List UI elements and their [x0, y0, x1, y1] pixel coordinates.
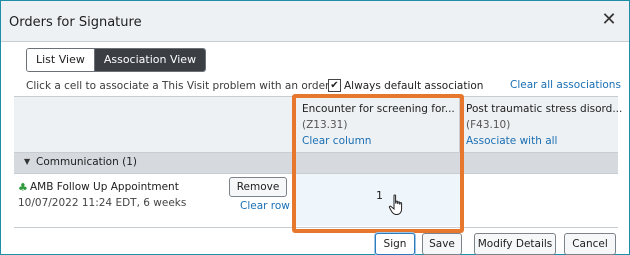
order-row: ♣ AMB Follow Up Appointment 10/07/2022 1…: [14, 174, 618, 226]
section-label: Communication (1): [36, 156, 137, 168]
clear-column-link[interactable]: Clear column: [302, 135, 371, 147]
close-icon[interactable]: ✕: [599, 10, 619, 30]
remove-button[interactable]: Remove: [229, 177, 287, 197]
association-view-button[interactable]: Association View: [94, 49, 206, 71]
problem-name: Encounter for screening for...: [302, 103, 455, 115]
hand-pointer-icon: [388, 194, 403, 215]
association-grid: Encounter for screening for... (Z13.31) …: [14, 96, 622, 228]
always-default-checkbox[interactable]: ✔: [328, 79, 341, 92]
collapse-caret-icon[interactable]: ▼: [24, 157, 30, 166]
instruction-text: Click a cell to associate a This Visit p…: [26, 80, 332, 92]
always-default-label: Always default association: [344, 80, 484, 92]
order-column-header: [14, 97, 296, 152]
order-name: AMB Follow Up Appointment: [30, 181, 179, 193]
problem-name: Post traumatic stress disord...: [466, 103, 623, 115]
order-status-icon: ♣: [18, 181, 28, 194]
cell-divider: [460, 174, 461, 226]
save-button[interactable]: Save: [422, 233, 462, 255]
title-bar: Orders for Signature ✕: [1, 1, 629, 42]
clear-all-associations-link[interactable]: Clear all associations: [510, 79, 621, 91]
problem-column-header: Encounter for screening for... (Z13.31) …: [296, 97, 460, 152]
modify-details-button[interactable]: Modify Details: [474, 233, 556, 255]
problem-column-header: Post traumatic stress disord... (F43.10)…: [460, 97, 622, 152]
view-toggle: List View Association View: [26, 48, 207, 72]
dialog-title: Orders for Signature: [9, 15, 142, 30]
associate-with-all-link[interactable]: Associate with all: [466, 135, 557, 147]
association-cell[interactable]: 1: [296, 174, 460, 226]
section-header-communication: ▼ Communication (1): [14, 152, 618, 174]
clear-row-link[interactable]: Clear row: [240, 200, 290, 212]
order-detail: 10/07/2022 11:24 EDT, 6 weeks: [18, 197, 187, 209]
association-number: 1: [376, 189, 383, 202]
cancel-button[interactable]: Cancel: [564, 233, 616, 255]
list-view-button[interactable]: List View: [27, 49, 95, 71]
sign-button[interactable]: Sign: [375, 233, 415, 255]
problem-code: (Z13.31): [302, 119, 348, 131]
problem-code: (F43.10): [466, 119, 511, 131]
